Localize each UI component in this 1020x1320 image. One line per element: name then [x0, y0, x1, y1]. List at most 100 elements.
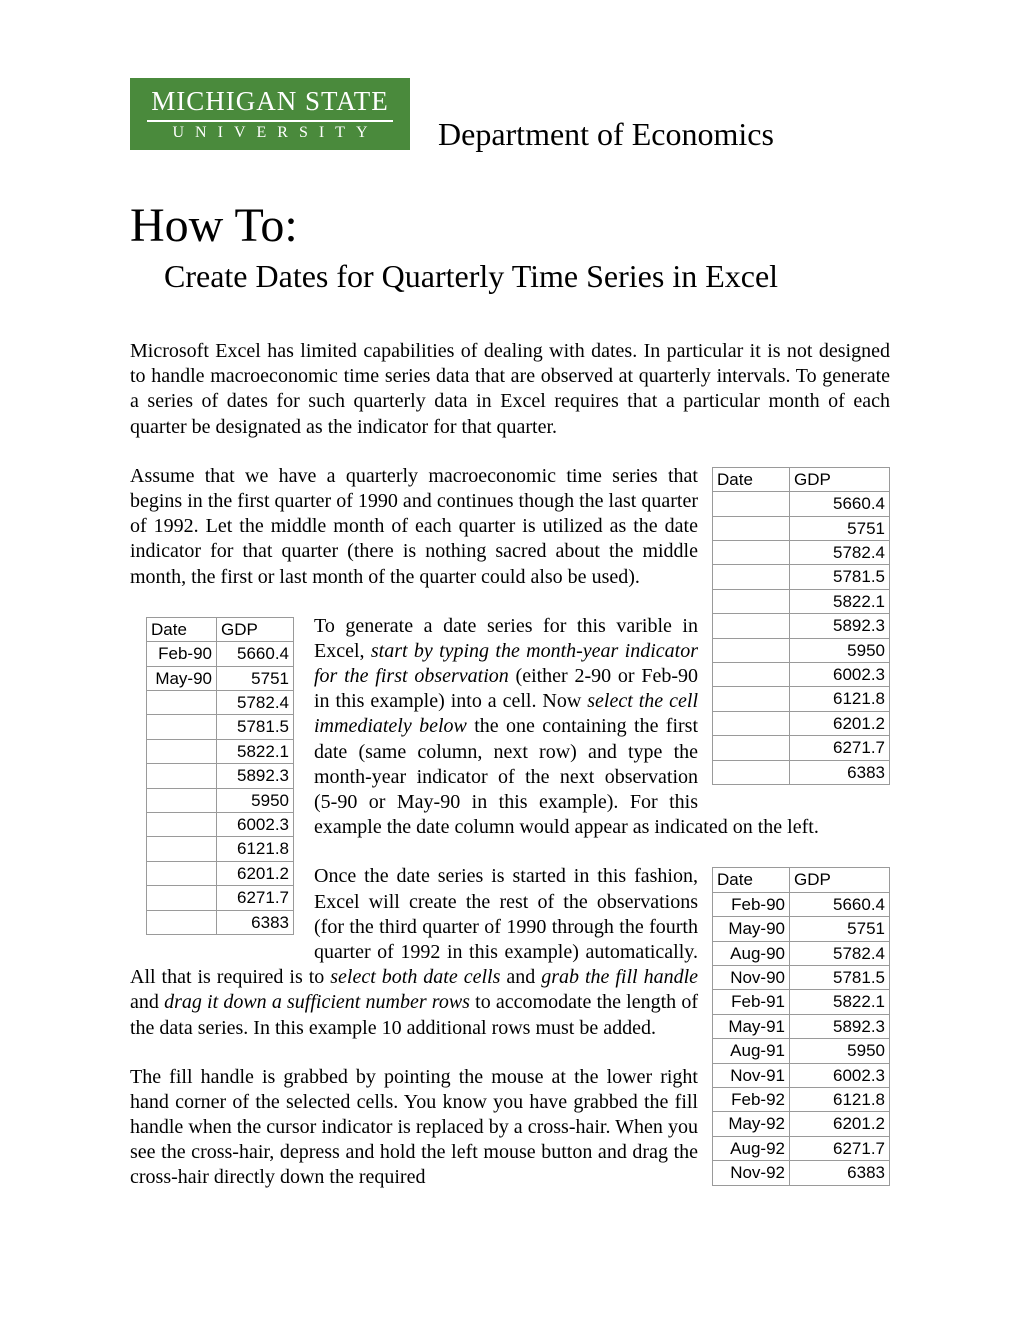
- date-cell: Nov-90: [713, 966, 790, 990]
- paragraph-intro: Microsoft Excel has limited capabilities…: [130, 339, 890, 440]
- date-cell: Feb-90: [713, 892, 790, 916]
- gdp-cell: 5822.1: [790, 990, 890, 1014]
- date-cell: [147, 739, 217, 763]
- table-header-cell: GDP: [790, 467, 890, 491]
- gdp-cell: 6383: [790, 1161, 890, 1185]
- gdp-cell: 6201.2: [217, 861, 294, 885]
- gdp-cell: 5781.5: [790, 966, 890, 990]
- gdp-cell: 5892.3: [790, 1014, 890, 1038]
- gdp-cell: 5781.5: [217, 715, 294, 739]
- gdp-cell: 5892.3: [217, 764, 294, 788]
- table-row: 5782.4: [713, 540, 890, 564]
- gdp-cell: 6121.8: [217, 837, 294, 861]
- date-cell: Aug-90: [713, 941, 790, 965]
- gdp-cell: 6002.3: [217, 812, 294, 836]
- italic-run: select both date cells: [330, 966, 500, 988]
- title-block: How To: Create Dates for Quarterly Time …: [130, 202, 890, 295]
- gdp-cell: 5782.4: [790, 540, 890, 564]
- table-row: 5892.3: [713, 614, 890, 638]
- table-row: 5950: [147, 788, 294, 812]
- gdp-cell: 5950: [217, 788, 294, 812]
- table-row: Feb-905660.4: [147, 642, 294, 666]
- date-cell: Feb-92: [713, 1088, 790, 1112]
- table-row: Aug-926271.7: [713, 1136, 890, 1160]
- table-row: Nov-926383: [713, 1161, 890, 1185]
- table-row: 6121.8: [147, 837, 294, 861]
- text-run: and: [506, 966, 541, 988]
- table-row: Nov-916002.3: [713, 1063, 890, 1087]
- date-cell: [713, 638, 790, 662]
- date-cell: [147, 812, 217, 836]
- gdp-cell: 6121.8: [790, 687, 890, 711]
- date-cell: Aug-91: [713, 1039, 790, 1063]
- logo-divider: [147, 120, 393, 122]
- table-row: 5822.1: [713, 589, 890, 613]
- table-row: 5950: [713, 638, 890, 662]
- table-header-cell: GDP: [790, 868, 890, 892]
- date-cell: Nov-92: [713, 1161, 790, 1185]
- table-row: Nov-905781.5: [713, 966, 890, 990]
- gdp-cell: 5822.1: [790, 589, 890, 613]
- university-logo: MICHIGAN STATE UNIVERSITY: [130, 78, 410, 150]
- date-cell: [713, 614, 790, 638]
- gdp-cell: 5751: [217, 666, 294, 690]
- date-cell: May-91: [713, 1014, 790, 1038]
- date-cell: Aug-92: [713, 1136, 790, 1160]
- gdp-cell: 6002.3: [790, 1063, 890, 1087]
- gdp-cell: 5751: [790, 917, 890, 941]
- date-cell: [713, 736, 790, 760]
- table-row: 6121.8: [713, 687, 890, 711]
- gdp-cell: 5822.1: [217, 739, 294, 763]
- date-cell: [147, 788, 217, 812]
- table-row: Feb-926121.8: [713, 1088, 890, 1112]
- gdp-cell: 6383: [217, 910, 294, 934]
- title-main: How To:: [130, 202, 890, 250]
- date-cell: Nov-91: [713, 1063, 790, 1087]
- date-cell: [147, 690, 217, 714]
- gdp-cell: 6383: [790, 760, 890, 784]
- date-cell: [713, 589, 790, 613]
- department-heading: Department of Economics: [438, 116, 774, 153]
- table-right-1: DateGDP5660.457515782.45781.55822.15892.…: [712, 467, 890, 785]
- date-cell: [147, 910, 217, 934]
- table-row: 5781.5: [147, 715, 294, 739]
- table-right-2: DateGDPFeb-905660.4May-905751Aug-905782.…: [712, 867, 890, 1185]
- gdp-cell: 6121.8: [790, 1088, 890, 1112]
- date-cell: [147, 764, 217, 788]
- date-cell: [713, 760, 790, 784]
- table-row: May-915892.3: [713, 1014, 890, 1038]
- table-row: 5892.3: [147, 764, 294, 788]
- date-cell: [713, 540, 790, 564]
- table-header-cell: GDP: [217, 617, 294, 641]
- table-row: Feb-915822.1: [713, 990, 890, 1014]
- gdp-cell: 5660.4: [790, 892, 890, 916]
- table-row: 5822.1: [147, 739, 294, 763]
- date-cell: Feb-90: [147, 642, 217, 666]
- gdp-cell: 6002.3: [790, 663, 890, 687]
- table-row: May-905751: [147, 666, 294, 690]
- text-run: and: [130, 991, 164, 1013]
- table-row: 5782.4: [147, 690, 294, 714]
- table-header-cell: Date: [713, 868, 790, 892]
- table-row: 5660.4: [713, 492, 890, 516]
- date-cell: [713, 663, 790, 687]
- italic-run: drag it down a sufficient number rows: [164, 991, 470, 1013]
- table-row: 6201.2: [147, 861, 294, 885]
- table-row: 6002.3: [147, 812, 294, 836]
- date-cell: [713, 711, 790, 735]
- date-cell: Feb-91: [713, 990, 790, 1014]
- table-row: May-905751: [713, 917, 890, 941]
- gdp-cell: 5782.4: [217, 690, 294, 714]
- logo-text-top: MICHIGAN STATE: [151, 88, 389, 115]
- table-header-cell: Date: [147, 617, 217, 641]
- gdp-cell: 5660.4: [790, 492, 890, 516]
- date-cell: [713, 687, 790, 711]
- gdp-cell: 5950: [790, 638, 890, 662]
- date-cell: [147, 715, 217, 739]
- table-row: 6383: [713, 760, 890, 784]
- table-row: 6271.7: [147, 886, 294, 910]
- gdp-cell: 6201.2: [790, 711, 890, 735]
- date-cell: [713, 516, 790, 540]
- gdp-cell: 5751: [790, 516, 890, 540]
- table-row: Feb-905660.4: [713, 892, 890, 916]
